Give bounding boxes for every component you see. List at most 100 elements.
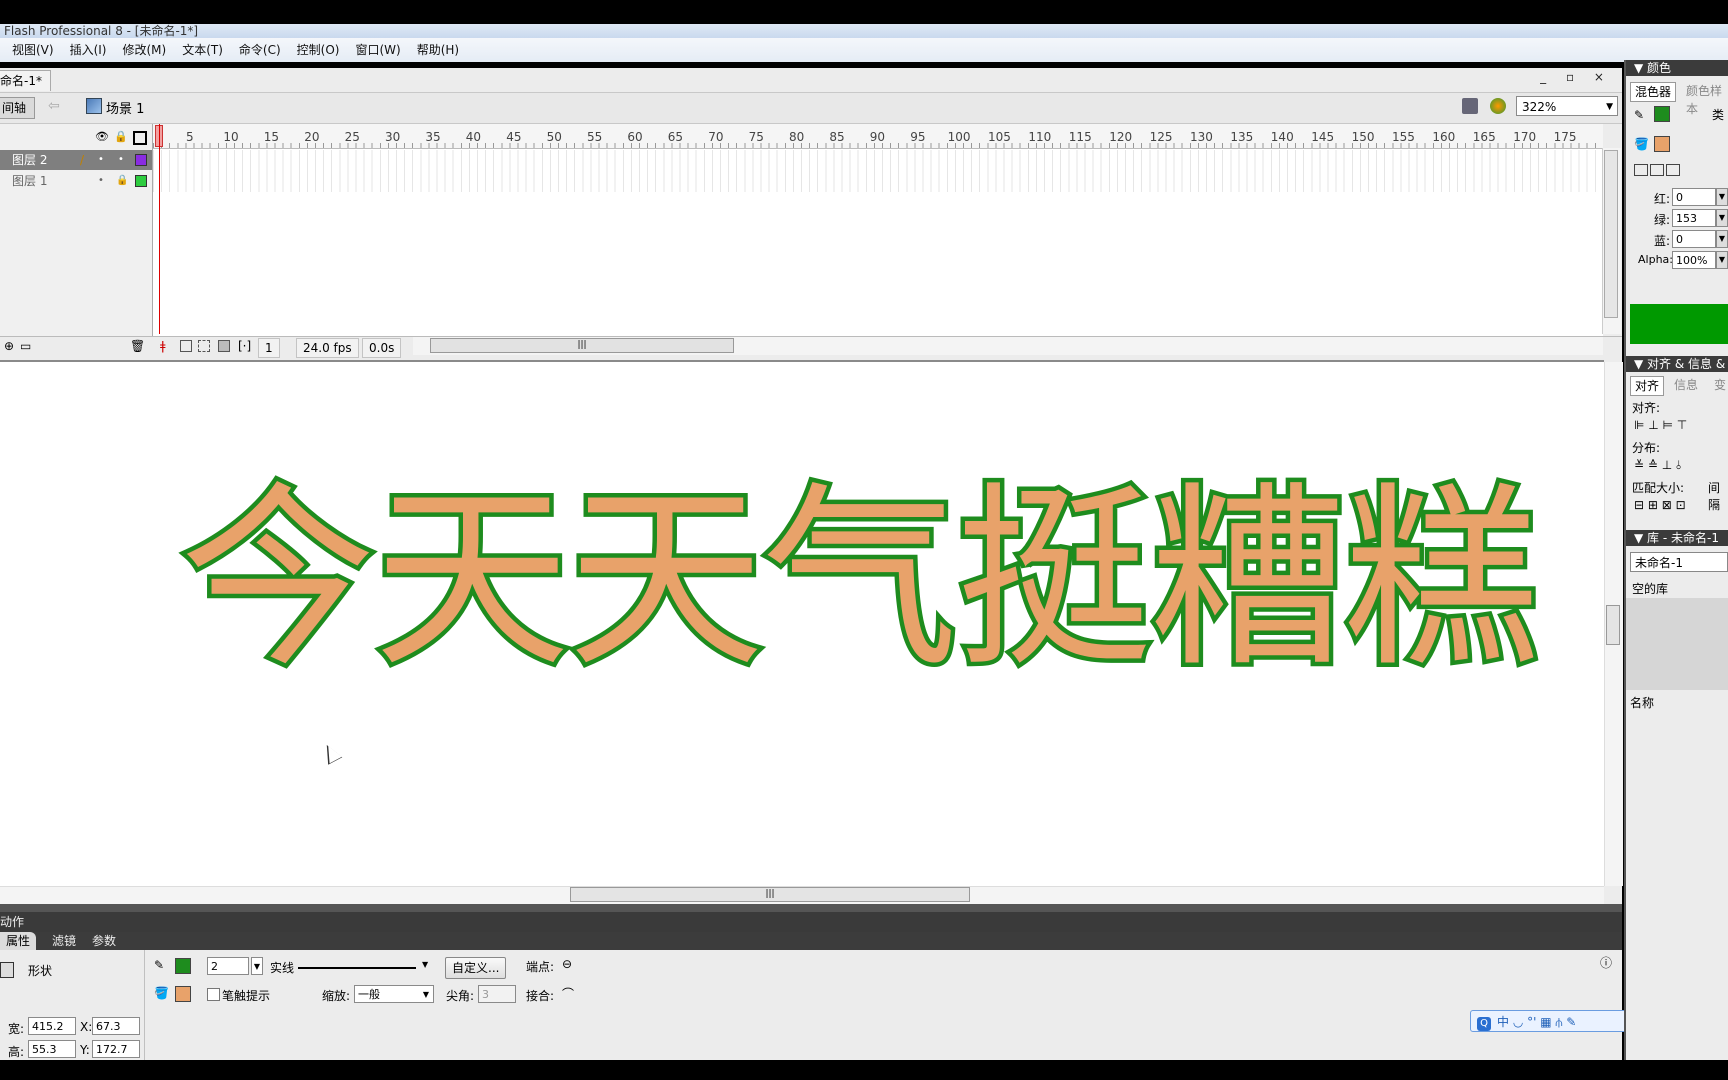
visibility-dot[interactable]: • [98,150,104,170]
cap-style-icon[interactable]: ⊖ [562,957,572,971]
timeline-vertical-thumb[interactable] [1604,150,1618,318]
align-buttons-icon[interactable]: ⊫ ⊥ ⊨ ⊤ [1634,418,1687,432]
tab-align[interactable]: 对齐 [1630,376,1665,396]
eye-icon[interactable]: 👁 [95,130,109,143]
menu-commands[interactable]: 命令(C) [231,38,289,62]
fill-color-swatch[interactable] [175,986,191,1002]
tab-color-swatches[interactable]: 颜色样本 [1686,82,1728,116]
blue-dropdown[interactable]: ▼ [1716,230,1728,248]
swap-colors-icon[interactable] [1666,164,1680,176]
stroke-height-input[interactable]: 2 [207,957,249,975]
onion-skin-icon[interactable] [180,340,192,352]
stroke-style-preview[interactable] [298,967,416,969]
red-label: 红: [1654,192,1671,206]
stage-text-shape[interactable]: 今天天气挺糟糕 [175,466,1544,695]
menu-insert[interactable]: 插入(I) [62,38,115,62]
edit-multiple-icon[interactable] [218,340,230,352]
center-frame-icon[interactable]: ǂ [160,339,166,353]
scene-label[interactable]: 场景 1 [106,98,144,117]
layer-row[interactable]: 图层 1 • 🔒 [0,171,152,191]
layer-row[interactable]: 图层 2 / • • [0,150,152,170]
color-panel-header[interactable]: ▼ 颜色 [1626,60,1728,76]
tab-parameters[interactable]: 参数 [86,932,122,950]
frame-cells[interactable] [153,150,1603,192]
chevron-down-icon: ▼ [1606,102,1613,112]
custom-stroke-button[interactable]: 自定义... [445,957,507,979]
miter-input[interactable]: 3 [478,985,516,1003]
blue-input[interactable]: 0 [1672,230,1716,248]
menu-view[interactable]: 视图(V) [0,38,62,62]
mixer-stroke-swatch[interactable] [1654,106,1670,122]
align-panel-header[interactable]: ▼ 对齐 & 信息 & [1626,356,1728,372]
tab-properties[interactable]: 属性 [0,932,37,950]
timeline-toggle-button[interactable]: 间轴 [0,97,36,119]
layer-outline-color[interactable] [135,175,147,187]
scale-select[interactable]: 一般 ▼ [354,985,434,1003]
add-folder-icon[interactable]: ▭ [20,339,31,353]
lock-icon[interactable]: 🔒 [114,130,128,143]
join-style-icon[interactable]: ⌒ [562,985,574,1002]
library-selector[interactable]: 未命名-1 [1630,552,1728,572]
menu-control[interactable]: 控制(O) [289,38,348,62]
zoom-select[interactable]: 322% ▼ [1516,96,1618,116]
distribute-buttons-icon[interactable]: ≚ ≙ ⊥ ⫰ [1634,458,1681,473]
window-title: Flash Professional 8 - [未命名-1*] [4,24,199,38]
menu-help[interactable]: 帮助(H) [409,38,467,62]
outline-icon[interactable] [133,131,147,145]
green-dropdown[interactable]: ▼ [1716,209,1728,227]
modify-markers-icon[interactable]: [·] [238,339,251,353]
edit-symbols-icon[interactable] [1462,98,1478,114]
menu-text[interactable]: 文本(T) [174,38,231,62]
stage-vertical-thumb[interactable] [1606,605,1620,645]
library-panel-header[interactable]: ▼ 库 - 未命名-1 [1626,530,1728,546]
red-dropdown[interactable]: ▼ [1716,188,1728,206]
ruler-tick-label: 45 [506,130,522,144]
y-input[interactable]: 172.7 [92,1040,140,1058]
tab-filters[interactable]: 滤镜 [46,932,82,950]
library-name-column[interactable]: 名称 [1630,694,1654,711]
x-input[interactable]: 67.3 [92,1017,140,1035]
lock-icon[interactable]: 🔒 [116,171,128,191]
height-input[interactable]: 55.3 [28,1040,76,1058]
ruler-tick-label: 55 [587,130,603,144]
menu-modify[interactable]: 修改(M) [114,38,174,62]
trash-icon[interactable]: 🗑 [130,339,145,353]
stage-horizontal-thumb[interactable]: ||| [570,887,970,902]
document-tab[interactable]: 命名-1* [0,70,51,91]
document-window-controls[interactable]: _ ▫ × [1540,70,1612,84]
panel-splitter[interactable] [0,904,1622,912]
back-arrow-icon[interactable]: ⇦ [48,98,60,114]
menu-window[interactable]: 窗口(W) [347,38,408,62]
hinting-checkbox[interactable] [207,988,220,1001]
add-layer-icon[interactable]: ⊕ [4,339,14,353]
window-title-bar: Flash Professional 8 - [未命名-1*] [0,24,1728,38]
stroke-color-swatch[interactable] [175,958,191,974]
edit-scene-icon[interactable] [1490,98,1506,114]
ime-toolbar[interactable]: Q 中 ◡ °' ▦ ⫛ ✎ [1470,1010,1630,1032]
onion-outline-icon[interactable] [198,340,210,352]
join-label: 接合: [526,989,555,1003]
scale-value: 一般 [358,988,380,1001]
red-input[interactable]: 0 [1672,188,1716,206]
alpha-input[interactable]: 100% [1672,251,1716,269]
help-icon[interactable]: ⓘ [1600,954,1612,971]
actions-panel-header[interactable]: 动作 [0,912,1622,932]
alpha-dropdown[interactable]: ▼ [1716,251,1728,269]
lock-dot[interactable]: • [118,150,124,170]
stroke-style-value[interactable]: 实线 [270,959,294,976]
ruler-tick-label: 80 [789,130,805,144]
tab-info[interactable]: 信息 [1674,376,1698,394]
tab-color-mixer[interactable]: 混色器 [1630,82,1677,102]
tab-transform[interactable]: 变 [1714,376,1726,394]
layer-outline-color[interactable] [135,154,147,166]
timeline-horizontal-thumb[interactable]: ||| [430,338,734,353]
mixer-fill-swatch[interactable] [1654,136,1670,152]
chevron-down-icon[interactable]: ▼ [422,960,428,969]
width-input[interactable]: 415.2 [28,1017,76,1035]
stroke-height-dropdown[interactable]: ▼ [251,957,263,975]
visibility-dot[interactable]: • [98,171,104,191]
default-colors-icon[interactable] [1634,164,1648,176]
no-color-icon[interactable] [1650,164,1664,176]
match-size-buttons-icon[interactable]: ⊟ ⊞ ⊠ ⊡ [1634,498,1686,512]
green-input[interactable]: 153 [1672,209,1716,227]
